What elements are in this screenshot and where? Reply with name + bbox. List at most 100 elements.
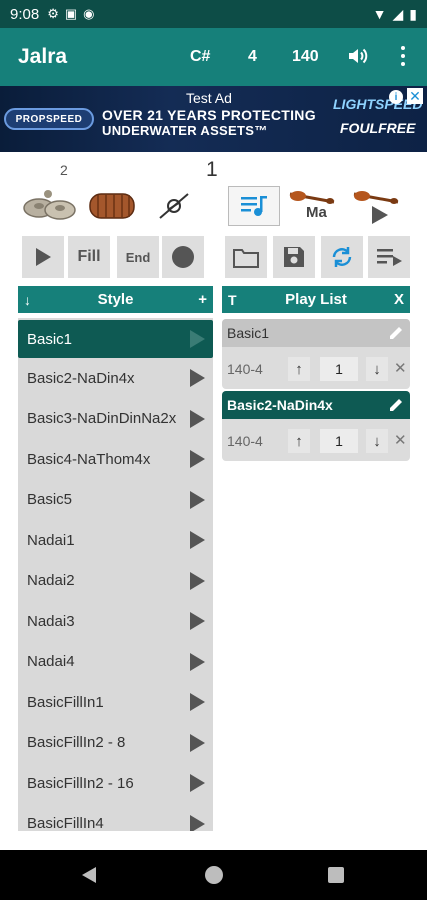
back-icon[interactable] xyxy=(82,867,96,883)
playlist-item[interactable]: Basic1 140-4 ↑ 1 ↓ ✕ xyxy=(222,319,410,389)
ad-banner[interactable]: Test Ad PROPSPEED OVER 21 YEARS PROTECTI… xyxy=(0,86,427,152)
wifi-icon: ▼ xyxy=(372,6,387,22)
fill-button[interactable]: Fill xyxy=(68,236,110,278)
status-bar: 9:08 ⚙ ▣ ◉ ▼ ◢ ▮ xyxy=(0,0,427,28)
list-item[interactable]: Basic1 xyxy=(18,320,213,358)
list-item[interactable]: Nadai1 xyxy=(18,520,213,561)
list-item[interactable]: BasicFillIn1 xyxy=(18,682,213,723)
tanpura-ma-tile[interactable]: Ma xyxy=(286,186,338,226)
instrument-count-label: 2 xyxy=(60,162,68,178)
playlist-text-button[interactable]: T xyxy=(228,292,237,308)
open-folder-button[interactable] xyxy=(225,236,267,278)
record-icon xyxy=(172,246,194,268)
ad-close-icon[interactable]: ✕ xyxy=(407,88,423,104)
list-item[interactable]: Basic5 xyxy=(18,480,213,521)
ad-info-icon[interactable]: i xyxy=(389,90,403,104)
list-item[interactable]: Nadai2 xyxy=(18,561,213,602)
play-triangle-icon[interactable] xyxy=(190,531,205,550)
style-name: Basic3-NaDinDinNa2x xyxy=(27,410,177,428)
beats-selector[interactable]: 4 xyxy=(248,48,257,66)
list-item[interactable]: Basic4-NaThom4x xyxy=(18,439,213,480)
playlist-item-tempo: 140-4 xyxy=(227,361,263,377)
ad-headline-1: OVER 21 YEARS PROTECTING xyxy=(102,107,316,123)
style-name: Nadai3 xyxy=(27,612,75,630)
record-button[interactable] xyxy=(162,236,204,278)
playlist-item-header[interactable]: Basic1 xyxy=(222,319,410,347)
list-item[interactable]: Basic2-NaDin4x xyxy=(18,358,213,399)
sort-down-button[interactable]: ↓ xyxy=(24,292,31,308)
style-name: Basic5 xyxy=(27,491,73,509)
playlist-item-controls: 140-4 ↑ 1 ↓ ✕ xyxy=(222,427,410,455)
cymbals-icon[interactable] xyxy=(22,186,76,226)
style-name: Basic2-NaDin4x xyxy=(27,369,135,387)
play-triangle-icon[interactable] xyxy=(190,693,205,712)
list-item[interactable]: Nadai4 xyxy=(18,642,213,683)
remove-item-icon[interactable]: ✕ xyxy=(394,359,407,377)
repeat-count-field[interactable]: 1 xyxy=(320,357,358,381)
playlist-item-header[interactable]: Basic2-NaDin4x xyxy=(222,391,410,419)
playlist-item[interactable]: Basic2-NaDin4x 140-4 ↑ 1 ↓ ✕ xyxy=(222,391,410,461)
edit-pencil-icon[interactable] xyxy=(388,325,404,341)
playlist-mode-tile[interactable] xyxy=(228,186,280,226)
settings-gear-icon: ⚙ xyxy=(47,6,59,21)
play-triangle-icon[interactable] xyxy=(190,490,205,509)
playlist-item-name: Basic2-NaDin4x xyxy=(227,397,333,413)
sync-loop-icon xyxy=(332,247,352,267)
status-right: ▼ ◢ ▮ xyxy=(373,6,417,23)
folder-icon xyxy=(233,249,259,268)
recents-icon[interactable] xyxy=(328,867,344,883)
remove-item-icon[interactable]: ✕ xyxy=(394,431,407,449)
play-button[interactable] xyxy=(22,236,64,278)
volume-icon[interactable] xyxy=(346,44,370,68)
tempo-selector[interactable]: 140 xyxy=(292,48,319,66)
save-button[interactable] xyxy=(273,236,315,278)
battery-icon: ▮ xyxy=(409,5,417,22)
ad-brand-logo-left: PROPSPEED xyxy=(4,108,94,130)
style-name: Basic1 xyxy=(27,330,73,348)
style-name: BasicFillIn2 - 16 xyxy=(27,774,134,792)
move-down-arrow-icon[interactable]: ↓ xyxy=(366,429,388,453)
play-triangle-icon[interactable] xyxy=(190,774,205,793)
clear-playlist-button[interactable]: X xyxy=(394,291,404,308)
playlist-item-tempo: 140-4 xyxy=(227,433,263,449)
playlist-item-name: Basic1 xyxy=(227,325,270,341)
play-triangle-icon[interactable] xyxy=(190,330,205,348)
style-panel-title: Style xyxy=(97,291,134,308)
queue-play-button[interactable] xyxy=(368,236,410,278)
move-down-arrow-icon[interactable]: ↓ xyxy=(366,357,388,381)
loop-button[interactable] xyxy=(321,236,363,278)
edit-pencil-icon[interactable] xyxy=(388,397,404,413)
play-triangle-icon[interactable] xyxy=(190,450,205,469)
key-selector[interactable]: C# xyxy=(190,48,210,66)
list-item[interactable]: BasicFillIn2 - 16 xyxy=(18,763,213,804)
style-name: Nadai1 xyxy=(27,531,75,549)
overflow-menu-icon[interactable] xyxy=(396,42,410,70)
playlist-panel-header: T Play List X xyxy=(222,286,410,313)
play-triangle-icon[interactable] xyxy=(190,409,205,428)
image-icon: ▣ xyxy=(64,6,78,21)
list-item[interactable]: BasicFillIn4 xyxy=(18,804,213,831)
list-item[interactable]: Basic3-NaDinDinNa2x xyxy=(18,399,213,440)
play-icon xyxy=(36,248,51,266)
move-up-arrow-icon[interactable]: ↑ xyxy=(288,357,310,381)
play-triangle-icon[interactable] xyxy=(190,733,205,752)
style-panel-header: ↓ Style + xyxy=(18,286,213,313)
end-button[interactable]: End xyxy=(117,236,159,278)
style-name: BasicFillIn2 - 8 xyxy=(27,734,126,752)
home-icon[interactable] xyxy=(205,866,223,884)
pitch-count-label: 1 xyxy=(206,158,218,181)
morsing-icon[interactable] xyxy=(154,186,194,226)
play-triangle-icon[interactable] xyxy=(190,814,205,831)
repeat-count-field[interactable]: 1 xyxy=(320,429,358,453)
add-style-button[interactable]: + xyxy=(198,291,207,308)
play-triangle-icon[interactable] xyxy=(190,612,205,631)
play-triangle-icon[interactable] xyxy=(190,652,205,671)
style-list[interactable]: Basic1 Basic2-NaDin4x Basic3-NaDinDinNa2… xyxy=(18,318,213,831)
move-up-arrow-icon[interactable]: ↑ xyxy=(288,429,310,453)
tanpura-play-tile[interactable] xyxy=(350,186,402,226)
list-item[interactable]: Nadai3 xyxy=(18,601,213,642)
play-triangle-icon[interactable] xyxy=(190,571,205,590)
mridangam-drum-icon[interactable] xyxy=(86,186,138,226)
list-item[interactable]: BasicFillIn2 - 8 xyxy=(18,723,213,764)
play-triangle-icon[interactable] xyxy=(190,369,205,388)
